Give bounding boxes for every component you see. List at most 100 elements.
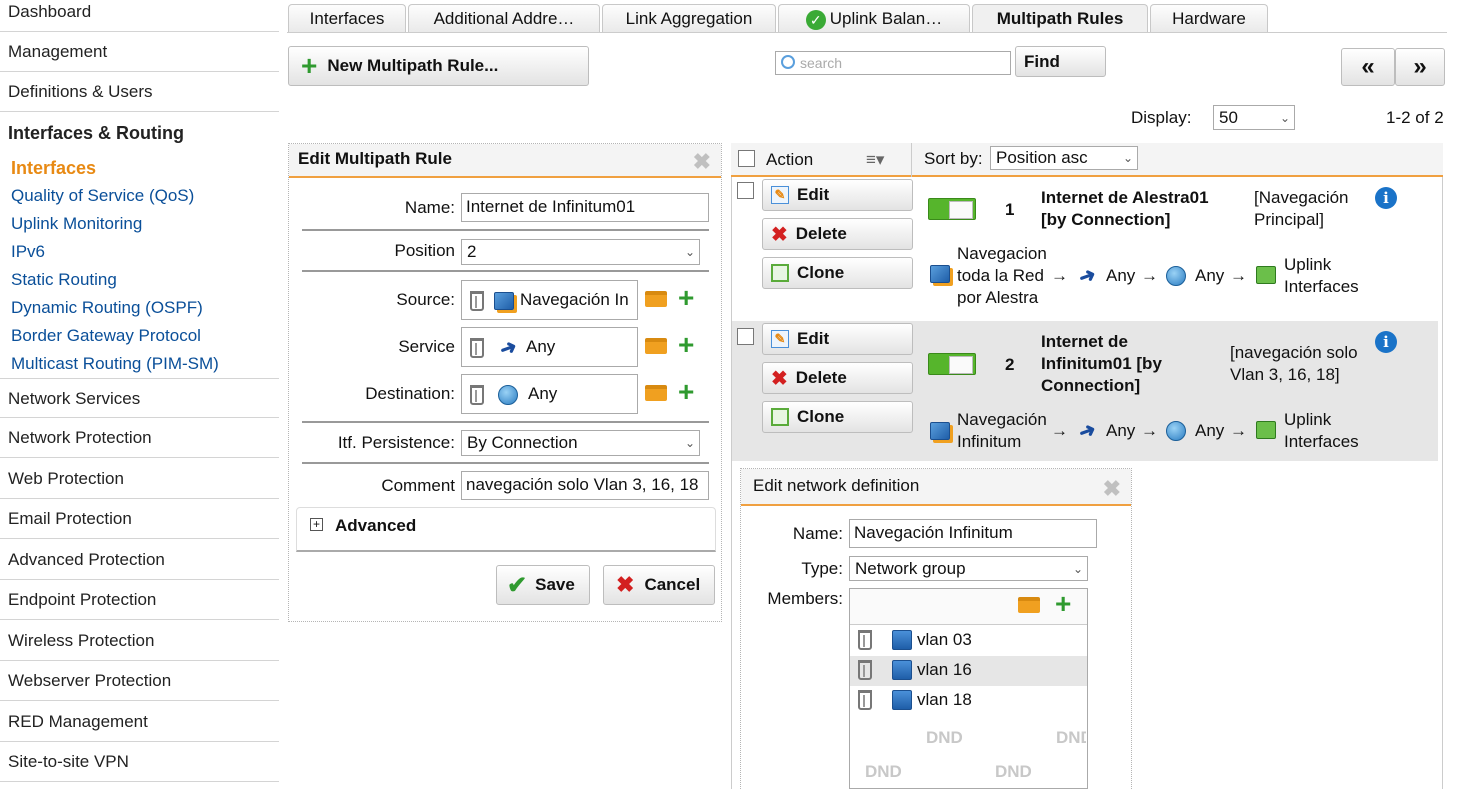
subnav-item-static-routing[interactable]: Static Routing <box>11 269 117 291</box>
trash-icon[interactable] <box>470 384 484 405</box>
nav-webserver-protection[interactable]: Webserver Protection <box>0 661 279 701</box>
network-type-select[interactable]: Network group ⌄ <box>849 556 1088 581</box>
comment-field[interactable]: navegación solo Vlan 3, 16, 18 <box>461 471 709 500</box>
destination-field[interactable]: Any <box>461 374 638 414</box>
persistence-value: By Connection <box>467 433 578 452</box>
folder-icon[interactable] <box>645 385 667 401</box>
persistence-select[interactable]: By Connection ⌄ <box>461 430 700 456</box>
list-item[interactable]: vlan 03 <box>850 626 1087 656</box>
folder-icon[interactable] <box>645 338 667 354</box>
nav-definitions-users[interactable]: Definitions & Users <box>0 72 279 112</box>
prev-page-button[interactable]: « <box>1341 48 1395 86</box>
sortby-label: Sort by: <box>924 149 983 168</box>
trash-icon[interactable] <box>470 290 484 311</box>
name-field[interactable]: Internet de Infinitum01 <box>461 193 709 222</box>
subnav-item-pim-sm[interactable]: Multicast Routing (PIM-SM) <box>11 353 219 375</box>
tab-additional-addresses[interactable]: Additional Addre… <box>408 4 600 33</box>
tab-link-aggregation[interactable]: Link Aggregation <box>602 4 776 33</box>
destination-value: Any <box>528 384 558 403</box>
rule-interface-line: Interfaces <box>1284 432 1359 451</box>
add-icon[interactable]: + <box>678 331 694 359</box>
rule-title-line: Internet de <box>1041 332 1128 351</box>
network-name-field[interactable]: Navegación Infinitum <box>849 519 1097 548</box>
dnd-watermark: DND <box>865 762 902 781</box>
trash-icon[interactable] <box>858 690 872 710</box>
network-group-icon <box>892 660 912 680</box>
close-icon[interactable]: ✖ <box>1103 472 1121 506</box>
clone-button[interactable]: Clone <box>762 257 913 289</box>
find-button[interactable]: Find <box>1015 46 1106 77</box>
add-icon[interactable]: + <box>1055 590 1071 618</box>
nav-endpoint-protection[interactable]: Endpoint Protection <box>0 580 279 620</box>
service-field[interactable]: ➜ Any <box>461 327 638 367</box>
nav-dashboard[interactable]: Dashboard <box>0 0 279 32</box>
trash-icon[interactable] <box>858 630 872 650</box>
tab-multipath-rules[interactable]: Multipath Rules <box>972 4 1148 33</box>
nav-web-protection[interactable]: Web Protection <box>0 459 279 499</box>
chevron-down-icon: ⌄ <box>1279 111 1290 125</box>
nav-network-services[interactable]: Network Services <box>0 378 279 418</box>
tab-interfaces[interactable]: Interfaces <box>288 4 406 33</box>
nav-advanced-protection[interactable]: Advanced Protection <box>0 540 279 580</box>
next-page-button[interactable]: » <box>1395 48 1445 86</box>
list-options-icon[interactable]: ≡▾ <box>866 150 884 170</box>
info-icon[interactable]: i <box>1375 331 1397 353</box>
advanced-section[interactable]: + Advanced <box>296 507 716 552</box>
folder-icon[interactable] <box>1018 597 1040 613</box>
delete-label: Delete <box>795 224 847 243</box>
expand-icon[interactable]: + <box>310 518 323 531</box>
network-icon <box>494 291 514 310</box>
delete-button[interactable]: ✖ Delete <box>762 362 913 394</box>
add-icon[interactable]: + <box>678 284 694 312</box>
delete-button[interactable]: ✖ Delete <box>762 218 913 250</box>
subnav-item-ipv6[interactable]: IPv6 <box>11 241 45 263</box>
nav-interfaces-routing[interactable]: Interfaces & Routing <box>0 113 279 153</box>
display-select[interactable]: 50 ⌄ <box>1213 105 1295 130</box>
row-checkbox[interactable] <box>737 182 754 199</box>
row-checkbox[interactable] <box>737 328 754 345</box>
rule-toggle[interactable] <box>928 353 976 375</box>
new-multipath-rule-button[interactable]: + New Multipath Rule... <box>288 46 589 86</box>
cancel-button[interactable]: ✖ Cancel <box>603 565 715 605</box>
rule-toggle[interactable] <box>928 198 976 220</box>
nav-network-protection[interactable]: Network Protection <box>0 418 279 458</box>
source-value: Navegación In <box>520 290 629 309</box>
select-all-checkbox[interactable] <box>738 150 755 167</box>
folder-icon[interactable] <box>645 291 667 307</box>
nav-site-to-site-vpn[interactable]: Site-to-site VPN <box>0 742 279 782</box>
clone-button[interactable]: Clone <box>762 401 913 433</box>
nav-wireless-protection[interactable]: Wireless Protection <box>0 621 279 661</box>
search-input[interactable]: search <box>775 51 1011 75</box>
save-button[interactable]: ✔ Save <box>496 565 590 605</box>
delete-x-icon: ✖ <box>771 367 788 390</box>
separator <box>302 270 709 272</box>
list-item[interactable]: vlan 18 <box>850 686 1087 716</box>
close-icon[interactable]: ✖ <box>693 147 711 177</box>
trash-icon[interactable] <box>858 660 872 680</box>
tab-uplink-balancing[interactable]: ✓ Uplink Balan… <box>778 4 970 33</box>
subnav-item-qos[interactable]: Quality of Service (QoS) <box>11 185 194 207</box>
subnav-item-bgp[interactable]: Border Gateway Protocol <box>11 325 201 347</box>
subnav-item-ospf[interactable]: Dynamic Routing (OSPF) <box>11 297 203 319</box>
network-name-label: Name: <box>792 524 843 543</box>
nav-management[interactable]: Management <box>0 32 279 72</box>
source-field[interactable]: Navegación In <box>461 280 638 320</box>
subnav-item-interfaces[interactable]: Interfaces <box>11 157 96 179</box>
list-item[interactable]: vlan 16 <box>850 656 1087 686</box>
nav-red-management[interactable]: RED Management <box>0 702 279 742</box>
trash-icon[interactable] <box>470 337 484 358</box>
rule-position: 1 <box>1005 200 1015 219</box>
subnav-item-uplink-monitoring[interactable]: Uplink Monitoring <box>11 213 142 235</box>
add-icon[interactable]: + <box>678 378 694 406</box>
edit-button[interactable]: ✎ Edit <box>762 179 913 211</box>
network-type-label: Type: <box>801 559 843 578</box>
edit-button[interactable]: ✎ Edit <box>762 323 913 355</box>
tab-hardware[interactable]: Hardware <box>1150 4 1268 33</box>
rule-interface-line: Uplink <box>1284 410 1332 429</box>
position-select[interactable]: 2 ⌄ <box>461 239 700 265</box>
info-icon[interactable]: i <box>1375 187 1397 209</box>
sortby-select[interactable]: Position asc ⌄ <box>990 146 1138 170</box>
search-placeholder: search <box>800 55 843 71</box>
nav-email-protection[interactable]: Email Protection <box>0 499 279 539</box>
cancel-x-icon: ✖ <box>616 572 635 597</box>
